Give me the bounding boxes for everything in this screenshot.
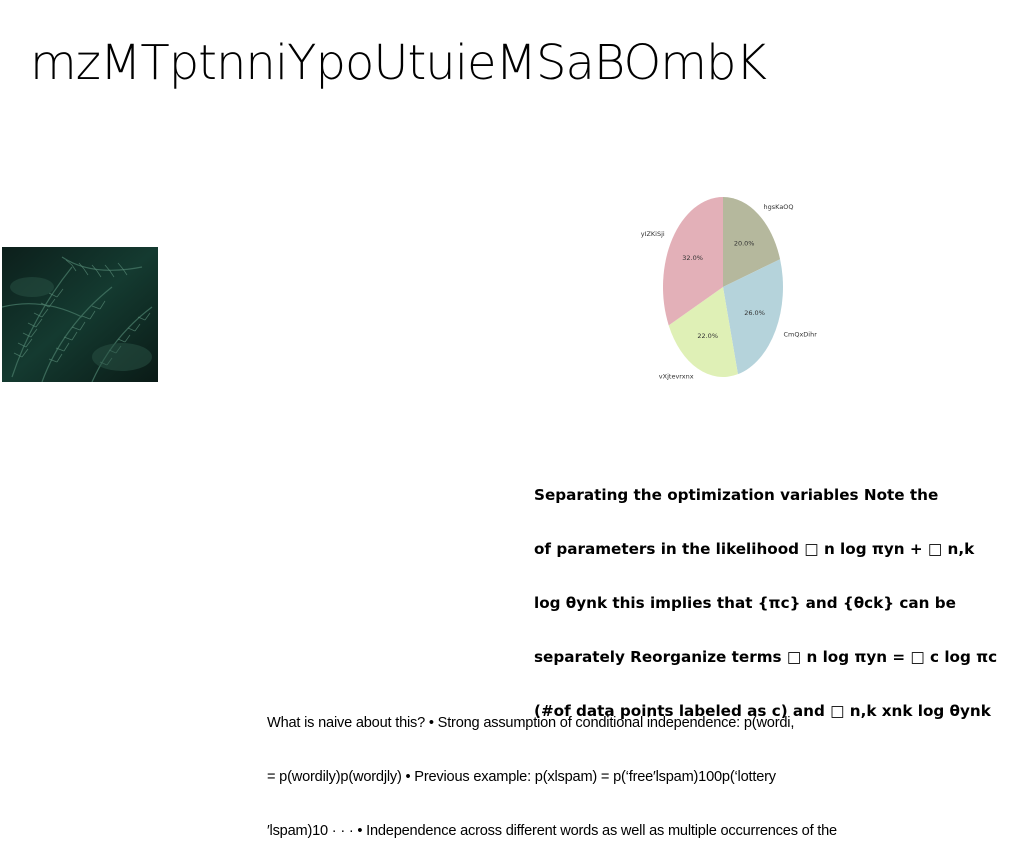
plain-paragraph-line: ′lspam)10 · · · • Independence across di… <box>267 823 837 839</box>
pie-percent-label: 22.0% <box>697 332 718 340</box>
fern-photo <box>2 247 158 382</box>
pie-category-label: hgsKaOQ <box>764 203 794 211</box>
pie-percent-label: 26.0% <box>744 309 765 317</box>
pie-chart: 20.0% hgsKaOQ 26.0% CmQxDihr 22.0% vXjtevrxnx… <box>630 190 830 390</box>
bold-paragraph-line: Separating the optimization variables No… <box>534 486 939 504</box>
page-title: mzMTptnniYpoUtuieMSaBOmbK <box>30 35 767 91</box>
pie-category-label: CmQxDihr <box>783 331 817 339</box>
pie-percent-label: 20.0% <box>734 239 755 247</box>
fern-photo-graphic <box>2 247 158 382</box>
pie-chart-svg: 20.0% hgsKaOQ 26.0% CmQxDihr 22.0% vXjtevrxnx… <box>641 197 817 381</box>
plain-paragraph-line: What is naive about this? • Strong assum… <box>267 715 795 731</box>
bold-paragraph-line: separately Reorganize terms □ n log πyn … <box>534 648 998 666</box>
pie-category-label: yIZKiSji <box>641 230 665 238</box>
bold-paragraph-line: of parameters in the likelihood □ n log … <box>534 540 975 558</box>
plain-paragraph: What is naive about this? • Strong assum… <box>267 678 967 858</box>
pie-category-label: vXjtevrxnx <box>659 373 694 381</box>
pie-percent-label: 32.0% <box>682 254 703 262</box>
plain-paragraph-line: = p(wordily)p(wordjly) • Previous exampl… <box>267 769 776 785</box>
bold-paragraph-line: log θynk this implies that {πc} and {θck… <box>534 594 956 612</box>
